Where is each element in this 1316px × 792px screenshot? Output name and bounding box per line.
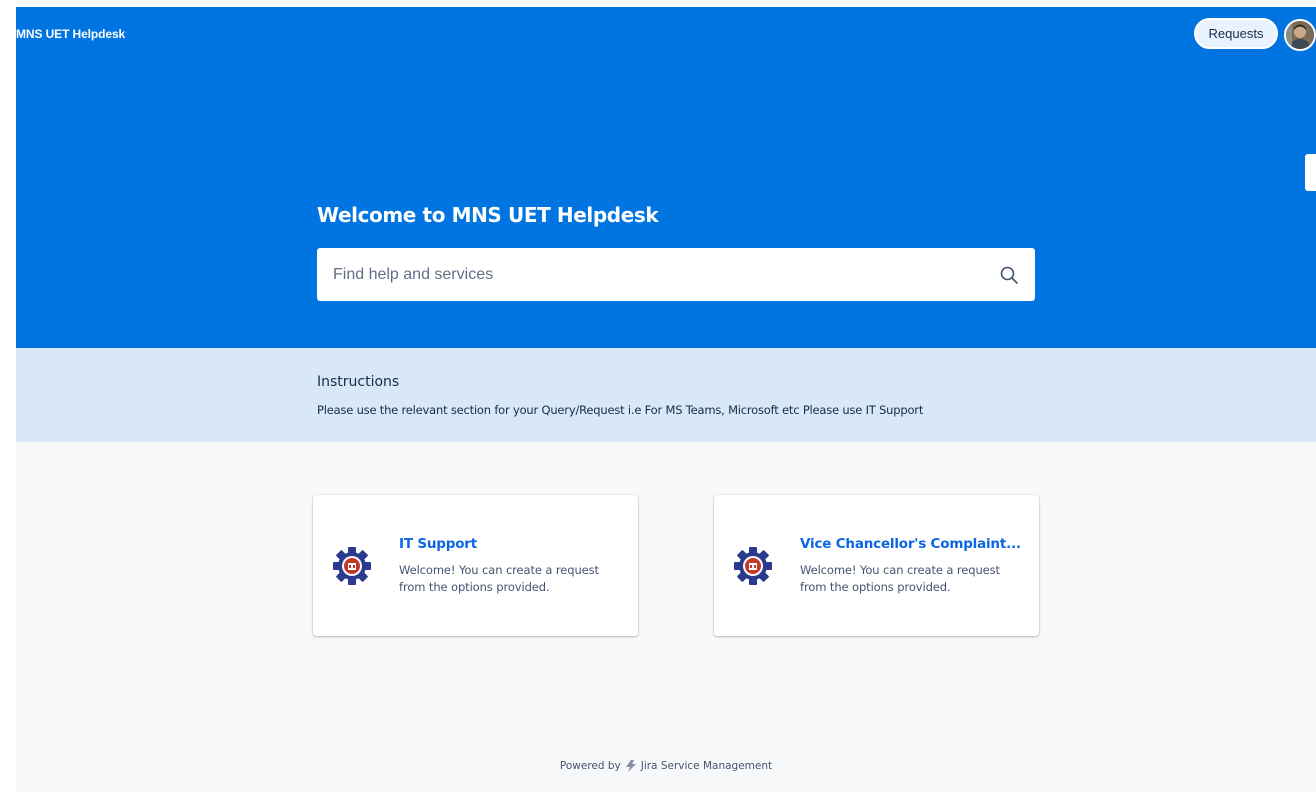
instructions-title: Instructions bbox=[317, 374, 400, 390]
university-gear-logo-icon bbox=[734, 547, 772, 585]
requests-button[interactable]: Requests bbox=[1194, 18, 1278, 49]
search-box bbox=[317, 248, 1035, 301]
avatar-icon bbox=[1286, 21, 1314, 49]
portal-card-vice-chancellor[interactable]: Vice Chancellor's Complaint... Welcome! … bbox=[714, 495, 1039, 636]
helpdesk-page: MNS UET Helpdesk Requests Welcome to MNS… bbox=[16, 7, 1316, 792]
portal-card-it-support[interactable]: IT Support Welcome! You can create a req… bbox=[313, 495, 638, 636]
user-avatar[interactable] bbox=[1284, 19, 1316, 51]
university-gear-logo-icon bbox=[333, 547, 371, 585]
portal-description: Welcome! You can create a request from t… bbox=[800, 563, 1000, 594]
instructions-banner: Instructions Please use the relevant sec… bbox=[16, 348, 1316, 442]
portal-title[interactable]: Vice Chancellor's Complaint... bbox=[800, 536, 1021, 552]
hero-banner: MNS UET Helpdesk Requests Welcome to MNS… bbox=[16, 7, 1316, 348]
footer: Powered by Jira Service Management bbox=[16, 759, 1316, 773]
side-panel-tab[interactable] bbox=[1305, 154, 1316, 191]
search-icon[interactable] bbox=[999, 265, 1019, 285]
instructions-text: Please use the relevant section for your… bbox=[317, 403, 924, 417]
jira-service-management-link[interactable]: Jira Service Management bbox=[641, 760, 772, 772]
powered-by-text: Powered by bbox=[559, 760, 621, 772]
portal-description: Welcome! You can create a request from t… bbox=[399, 563, 599, 594]
portal-title[interactable]: IT Support bbox=[399, 536, 477, 552]
helpdesk-brand-link[interactable]: MNS UET Helpdesk bbox=[16, 27, 125, 41]
page-title: Welcome to MNS UET Helpdesk bbox=[317, 203, 659, 227]
jira-lightning-icon bbox=[625, 760, 636, 772]
search-input[interactable] bbox=[317, 248, 977, 301]
